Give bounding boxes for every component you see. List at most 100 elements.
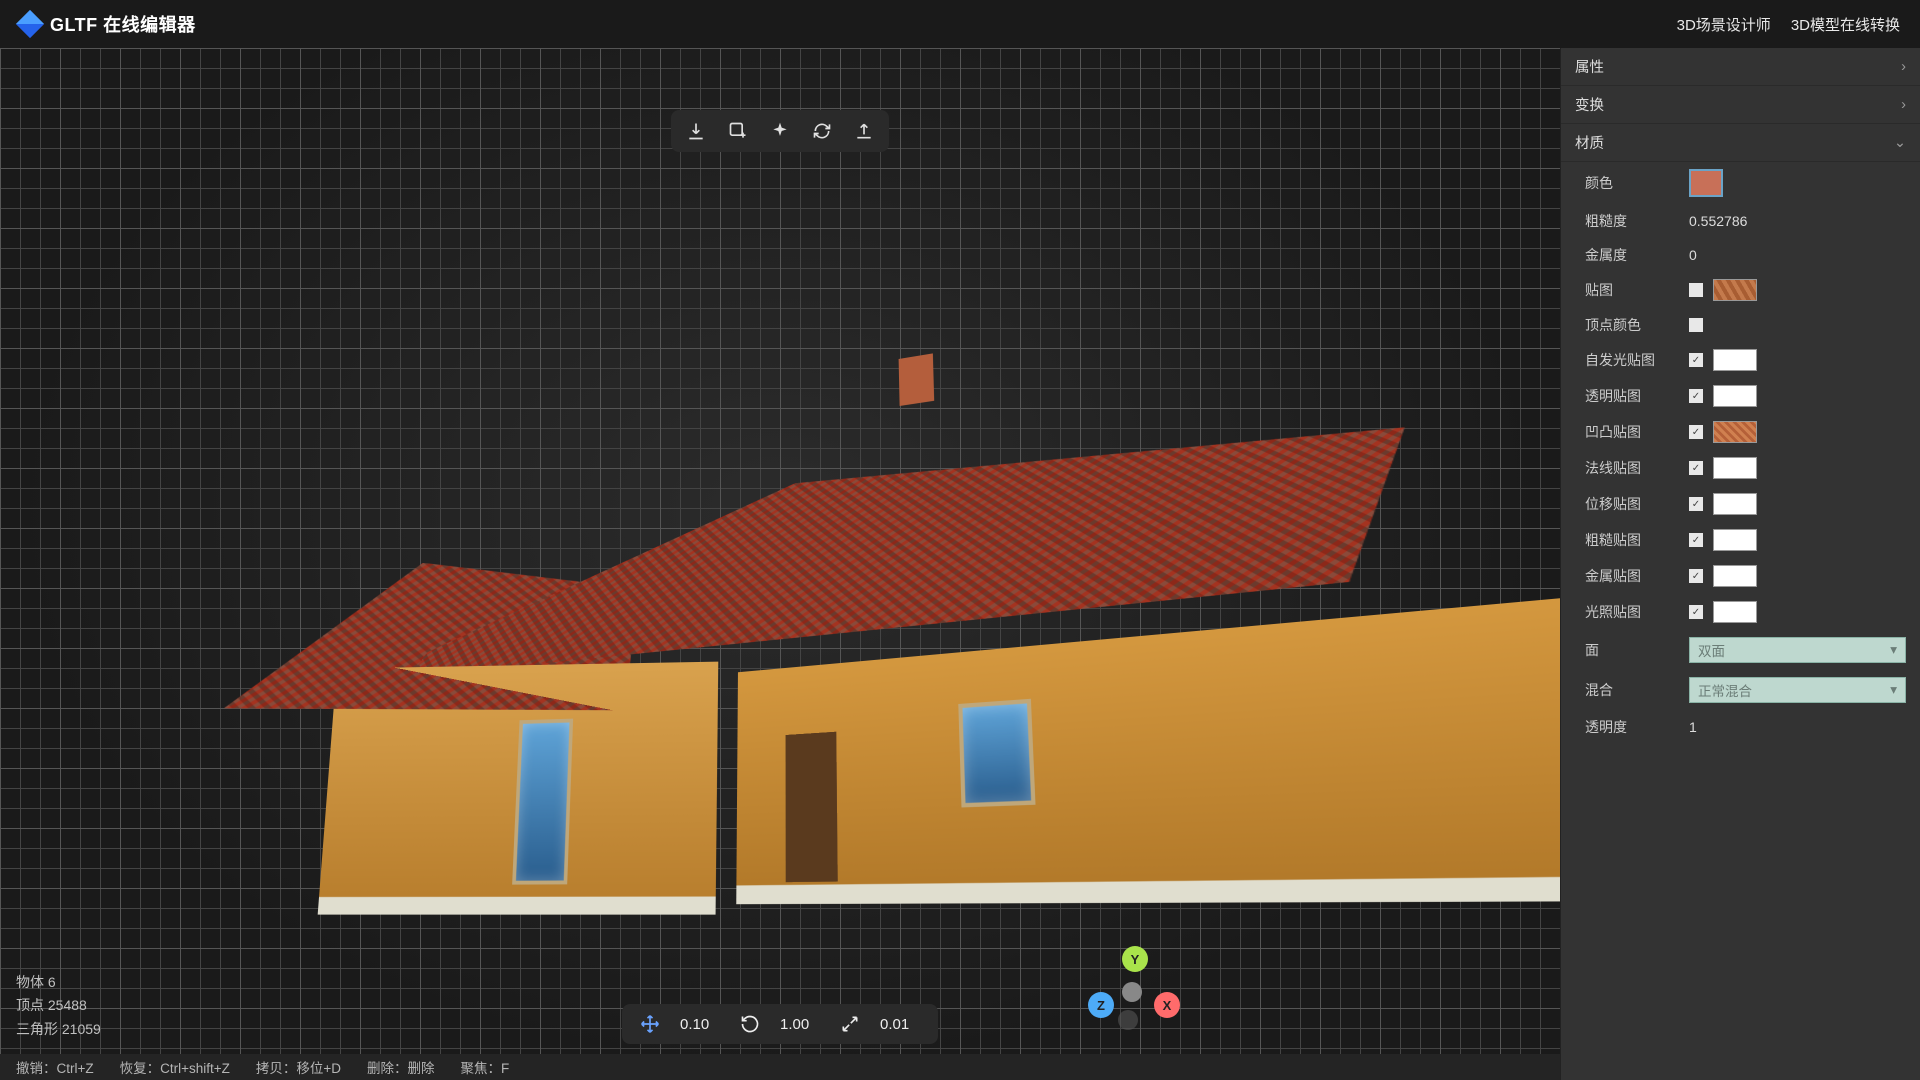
- row-emissive: 自发光贴图 ✓: [1561, 342, 1920, 378]
- top-toolbar: [671, 110, 889, 152]
- shortcut-undo: 撤销：Ctrl+Z: [16, 1057, 94, 1077]
- vertex-color-label: 顶点颜色: [1585, 315, 1689, 335]
- side-select[interactable]: 双面: [1689, 637, 1906, 663]
- normal-swatch[interactable]: [1713, 457, 1757, 479]
- inspector-panel: 属性 › 变换 › 材质 ⌄ 颜色 粗糙度 0.552786 金属度 0 贴图 …: [1560, 48, 1920, 1080]
- roughness-value[interactable]: 0.552786: [1689, 213, 1747, 229]
- roughness-map-swatch[interactable]: [1713, 529, 1757, 551]
- texture-label: 贴图: [1585, 280, 1689, 300]
- row-displacement: 位移贴图 ✓: [1561, 486, 1920, 522]
- move-icon[interactable]: [640, 1014, 660, 1034]
- move-step-value[interactable]: 0.10: [680, 1016, 720, 1033]
- color-swatch[interactable]: [1689, 169, 1723, 197]
- stat-vertices-value: 25488: [48, 997, 87, 1013]
- export-icon[interactable]: [853, 120, 875, 142]
- alpha-swatch[interactable]: [1713, 385, 1757, 407]
- bump-label: 凹凸贴图: [1585, 422, 1689, 442]
- texture-checkbox[interactable]: [1689, 283, 1703, 297]
- row-metalness: 金属度 0: [1561, 238, 1920, 272]
- chevron-right-icon: ›: [1901, 97, 1906, 113]
- scale-icon[interactable]: [840, 1014, 860, 1034]
- row-roughness-map: 粗糙贴图 ✓: [1561, 522, 1920, 558]
- texture-swatch[interactable]: [1713, 279, 1757, 301]
- gizmo-neg[interactable]: [1118, 1010, 1138, 1030]
- vertex-color-checkbox[interactable]: [1689, 318, 1703, 332]
- refresh-icon[interactable]: [811, 120, 833, 142]
- import-icon[interactable]: [685, 120, 707, 142]
- roughness-map-checkbox[interactable]: ✓: [1689, 533, 1703, 547]
- gizmo-center[interactable]: [1122, 982, 1142, 1002]
- displacement-label: 位移贴图: [1585, 494, 1689, 514]
- section-attributes[interactable]: 属性 ›: [1561, 48, 1920, 86]
- stat-objects-label: 物体: [16, 974, 44, 990]
- metalness-label: 金属度: [1585, 245, 1689, 265]
- displacement-checkbox[interactable]: ✓: [1689, 497, 1703, 511]
- normal-checkbox[interactable]: ✓: [1689, 461, 1703, 475]
- row-vertex-color: 顶点颜色: [1561, 308, 1920, 342]
- opacity-value[interactable]: 1: [1689, 719, 1697, 735]
- shortcut-delete: 删除：删除: [367, 1057, 435, 1077]
- app-title: GLTF 在线编辑器: [50, 11, 196, 37]
- stat-vertices-label: 顶点: [16, 997, 44, 1013]
- light-map-swatch[interactable]: [1713, 601, 1757, 623]
- shortcut-bar: 撤销：Ctrl+Z 恢复：Ctrl+shift+Z 拷贝：移位+D 删除：删除 …: [0, 1054, 1560, 1080]
- scale-step-value[interactable]: 0.01: [880, 1016, 920, 1033]
- alpha-checkbox[interactable]: ✓: [1689, 389, 1703, 403]
- sparkle-icon[interactable]: [769, 120, 791, 142]
- row-color: 颜色: [1561, 162, 1920, 204]
- light-map-label: 光照贴图: [1585, 602, 1689, 622]
- displacement-swatch[interactable]: [1713, 493, 1757, 515]
- metalness-map-checkbox[interactable]: ✓: [1689, 569, 1703, 583]
- row-metalness-map: 金属贴图 ✓: [1561, 558, 1920, 594]
- row-roughness: 粗糙度 0.552786: [1561, 204, 1920, 238]
- blend-value: 正常混合: [1698, 680, 1752, 700]
- app-header: GLTF 在线编辑器 3D场景设计师 3D模型在线转换: [0, 0, 1920, 48]
- side-label: 面: [1585, 640, 1689, 660]
- row-light-map: 光照贴图 ✓: [1561, 594, 1920, 630]
- light-map-checkbox[interactable]: ✓: [1689, 605, 1703, 619]
- emissive-swatch[interactable]: [1713, 349, 1757, 371]
- metalness-value[interactable]: 0: [1689, 247, 1697, 263]
- viewport-3d[interactable]: 物体 6 顶点 25488 三角形 21059 撤销：Ctrl+Z 恢复：Ctr…: [0, 48, 1560, 1080]
- rotate-step-value[interactable]: 1.00: [780, 1016, 820, 1033]
- bump-checkbox[interactable]: ✓: [1689, 425, 1703, 439]
- color-label: 颜色: [1585, 173, 1689, 193]
- row-bump: 凹凸贴图 ✓: [1561, 414, 1920, 450]
- side-value: 双面: [1698, 640, 1725, 660]
- alpha-label: 透明贴图: [1585, 386, 1689, 406]
- blend-select[interactable]: 正常混合: [1689, 677, 1906, 703]
- chevron-down-icon: ⌄: [1894, 135, 1906, 151]
- scene-stats: 物体 6 顶点 25488 三角形 21059: [16, 971, 101, 1042]
- section-attributes-label: 属性: [1575, 56, 1604, 77]
- row-normal: 法线贴图 ✓: [1561, 450, 1920, 486]
- stat-triangles-value: 21059: [62, 1021, 101, 1037]
- link-scene-designer[interactable]: 3D场景设计师: [1677, 14, 1771, 35]
- shortcut-copy: 拷贝：移位+D: [256, 1057, 341, 1077]
- axis-gizmo[interactable]: Y X Z: [1090, 950, 1180, 1040]
- gizmo-z[interactable]: Z: [1088, 992, 1114, 1018]
- row-side: 面 双面: [1561, 630, 1920, 670]
- metalness-map-swatch[interactable]: [1713, 565, 1757, 587]
- rotate-icon[interactable]: [740, 1014, 760, 1034]
- section-transform[interactable]: 变换 ›: [1561, 86, 1920, 124]
- emissive-checkbox[interactable]: ✓: [1689, 353, 1703, 367]
- section-transform-label: 变换: [1575, 94, 1604, 115]
- bottom-toolbar: 0.10 1.00 0.01: [622, 1004, 938, 1044]
- logo-icon: [16, 10, 44, 38]
- shortcut-redo: 恢复：Ctrl+shift+Z: [120, 1057, 230, 1077]
- emissive-label: 自发光贴图: [1585, 350, 1689, 370]
- image-add-icon[interactable]: [727, 120, 749, 142]
- row-opacity: 透明度 1: [1561, 710, 1920, 744]
- link-model-converter[interactable]: 3D模型在线转换: [1791, 14, 1900, 35]
- stat-triangles-label: 三角形: [16, 1021, 58, 1037]
- metalness-map-label: 金属贴图: [1585, 566, 1689, 586]
- bump-swatch[interactable]: [1713, 421, 1757, 443]
- gizmo-x[interactable]: X: [1154, 992, 1180, 1018]
- section-material[interactable]: 材质 ⌄: [1561, 124, 1920, 162]
- roughness-label: 粗糙度: [1585, 211, 1689, 231]
- chevron-right-icon: ›: [1901, 59, 1906, 75]
- row-texture: 贴图: [1561, 272, 1920, 308]
- gizmo-y[interactable]: Y: [1122, 946, 1148, 972]
- opacity-label: 透明度: [1585, 717, 1689, 737]
- blend-label: 混合: [1585, 680, 1689, 700]
